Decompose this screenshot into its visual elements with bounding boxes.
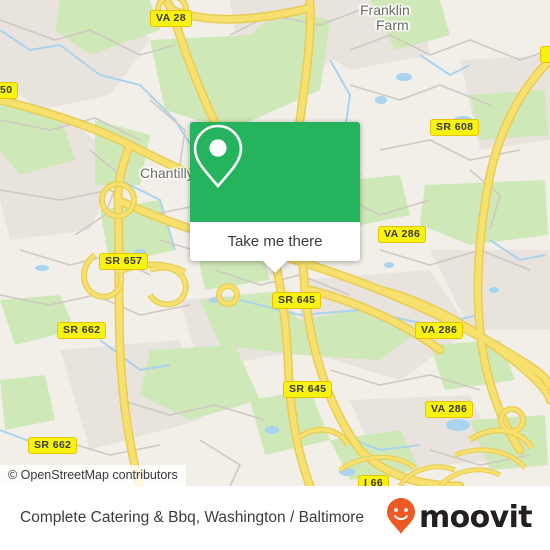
place-label-chantilly: Chantilly [140, 165, 194, 181]
footer-bar: Complete Catering & Bbq, Washington / Ba… [0, 486, 550, 550]
road-shield: I 66 [358, 475, 390, 486]
road-shield: 50 [0, 82, 19, 99]
place-label-farm: Farm [376, 17, 409, 33]
road-shield: SR 662 [28, 437, 78, 454]
road-shield: SR 608 [430, 119, 480, 136]
road-shield: VA 286 [415, 322, 464, 339]
road-shield: VA 286 [378, 226, 427, 243]
page-title: Complete Catering & Bbq, Washington / Ba… [20, 509, 365, 526]
popup-card-pointer [263, 261, 287, 273]
popup-card-header [190, 122, 360, 222]
destination-popup-card[interactable]: Take me there [190, 122, 360, 273]
map-attribution[interactable]: © OpenStreetMap contributors [0, 465, 186, 486]
moovit-pin-icon [386, 497, 416, 540]
map-canvas[interactable]: VA 28 50 SR 608 VA 286 SR 657 SR 645 SR … [0, 0, 550, 486]
road-shield: VA 28 [150, 10, 193, 27]
road-shield: VA 286 [425, 401, 474, 418]
moovit-logo[interactable]: moovit [386, 497, 533, 540]
moovit-wordmark: moovit [418, 500, 533, 535]
moovit-map-screenshot: VA 28 50 SR 608 VA 286 SR 657 SR 645 SR … [0, 0, 550, 550]
take-me-there-label: Take me there [227, 233, 323, 250]
road-shield-clipped [540, 46, 550, 63]
road-shield: SR 645 [283, 381, 333, 398]
take-me-there-button[interactable]: Take me there [190, 222, 360, 261]
road-shield: SR 662 [57, 322, 107, 339]
place-label-franklin: Franklin [360, 2, 410, 18]
road-shield: SR 645 [272, 292, 322, 309]
road-shield: SR 657 [99, 253, 149, 270]
